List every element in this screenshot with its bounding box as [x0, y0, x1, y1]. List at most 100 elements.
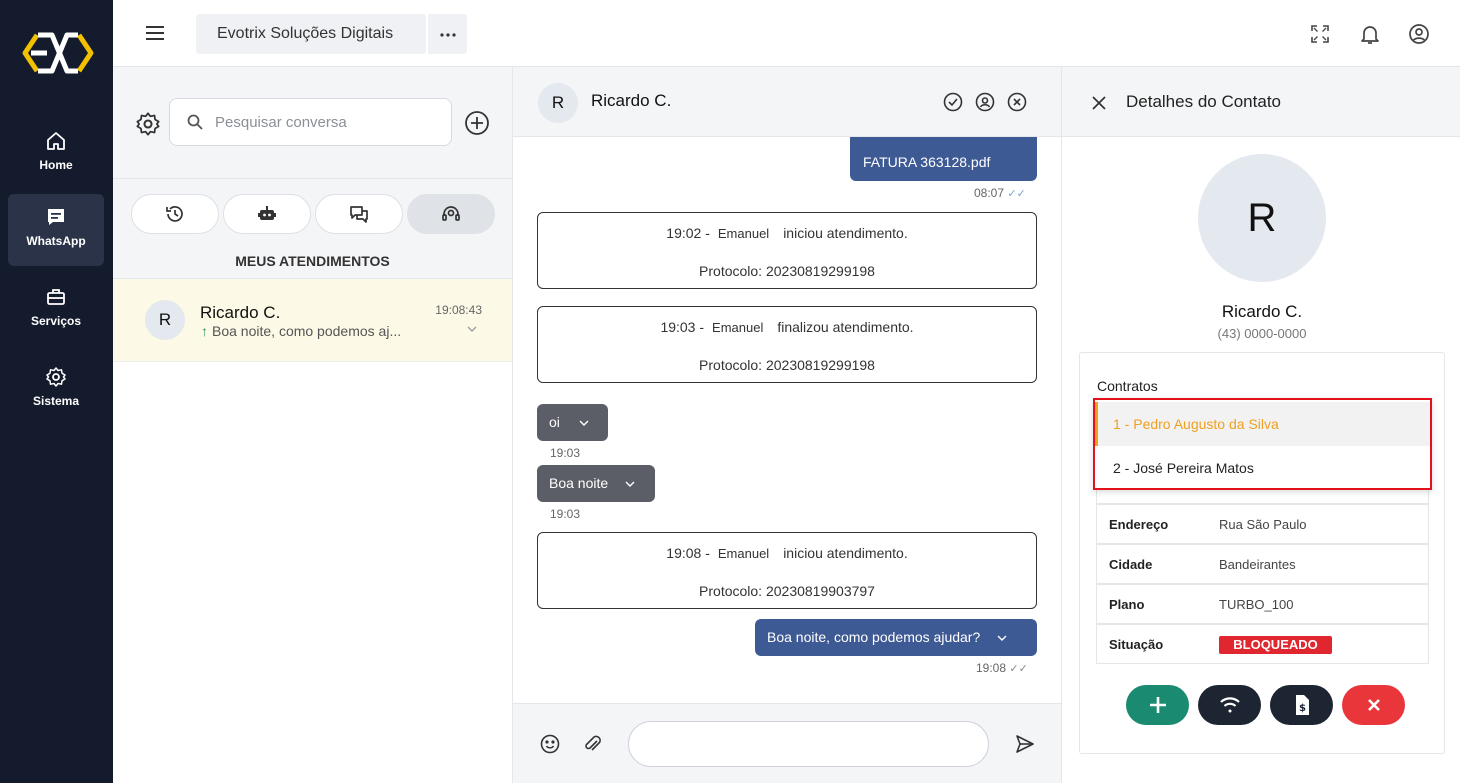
attachment-name: FATURA 363128.pdf — [863, 154, 991, 170]
event-time: 19:03 - — [660, 319, 705, 335]
close-icon — [1342, 693, 1405, 717]
close-icon[interactable] — [1090, 94, 1108, 112]
sidebar-item-sistema[interactable]: Sistema — [8, 354, 104, 426]
search-box — [169, 98, 452, 146]
contract-option[interactable]: 2 - José Pereira Matos — [1095, 446, 1430, 490]
conversation-list-panel: MEUS ATENDIMENTOS R Ricardo C. ↑Boa noit… — [113, 67, 513, 783]
attach-paperclip-icon[interactable] — [581, 733, 603, 755]
chat-bubbles-icon — [316, 203, 402, 225]
message-list: FATURA 363128.pdf 08:07 ✓✓ 19:02 - Emanue… — [513, 137, 1061, 703]
gear-icon — [45, 366, 67, 388]
cancel-action-button[interactable] — [1342, 685, 1405, 725]
event-protocol: Protocolo: 20230819903797 — [699, 583, 875, 599]
event-time: 19:02 - — [666, 225, 710, 241]
sidebar-item-label: WhatsApp — [26, 234, 86, 248]
history-icon — [132, 203, 218, 225]
field-key: Cidade — [1109, 557, 1153, 572]
conversation-list-header — [113, 67, 512, 179]
add-action-button[interactable] — [1126, 685, 1189, 725]
top-bar: Evotrix Soluções Digitais — [113, 0, 1460, 67]
chevron-down-icon[interactable] — [578, 419, 590, 428]
incoming-message[interactable]: oi — [537, 404, 608, 441]
field-value: TURBO_100 — [1219, 597, 1294, 612]
avatar: R — [538, 83, 578, 123]
send-icon[interactable] — [1013, 732, 1037, 756]
contact-avatar: R — [1198, 154, 1326, 282]
chevron-down-icon[interactable] — [624, 480, 636, 489]
message-text: oi — [549, 414, 560, 430]
file-icon — [928, 137, 958, 141]
message-text: Boa noite, como podemos ajudar? — [767, 629, 981, 645]
attachment-message[interactable]: FATURA 363128.pdf — [850, 137, 1037, 181]
avatar: R — [145, 300, 185, 340]
field-value: Bandeirantes — [1219, 557, 1296, 572]
close-circle-icon[interactable] — [1006, 91, 1028, 113]
hamburger-menu-icon[interactable] — [143, 22, 169, 44]
briefcase-icon — [45, 286, 67, 308]
sidebar-item-servicos[interactable]: Serviços — [8, 274, 104, 346]
message-input[interactable] — [628, 721, 989, 767]
chats-filter-button[interactable] — [315, 194, 403, 234]
chevron-down-icon[interactable] — [466, 324, 478, 334]
filter-row: MEUS ATENDIMENTOS — [113, 179, 512, 279]
contact-name: Ricardo C. — [1221, 302, 1303, 321]
contract-option[interactable]: 1 - Pedro Augusto da Silva — [1095, 402, 1430, 446]
field-key: Plano — [1109, 597, 1145, 612]
connection-action-button[interactable] — [1198, 685, 1261, 725]
conversation-preview: ↑ Boa noite, como podemos aj... — [201, 323, 401, 339]
support-filter-button[interactable] — [407, 194, 495, 234]
robot-icon — [224, 203, 310, 225]
plus-icon — [1126, 693, 1189, 717]
invoice-icon: $ — [1270, 693, 1333, 717]
field-key: Situação — [1109, 637, 1164, 652]
details-header: Detalhes do Contato — [1062, 67, 1460, 137]
conversation-time: 19:08:43 — [435, 303, 482, 317]
chevron-down-icon[interactable] — [996, 634, 1008, 643]
settings-gear-icon[interactable] — [135, 111, 161, 137]
company-selector[interactable]: Evotrix Soluções Digitais — [196, 14, 426, 54]
history-filter-button[interactable] — [131, 194, 219, 234]
sidebar-item-label: Sistema — [32, 394, 80, 408]
sidebar-item-whatsapp[interactable]: WhatsApp — [8, 194, 104, 266]
info-row-city: Cidade Bandeirantes — [1096, 544, 1429, 584]
incoming-message[interactable]: Boa noite — [537, 465, 655, 502]
sidebar-item-label: Home — [39, 158, 73, 172]
add-conversation-icon[interactable] — [463, 109, 491, 137]
field-key: Endereço — [1109, 517, 1169, 532]
status-badge: BLOQUEADO — [1219, 636, 1332, 654]
message-composer — [513, 703, 1061, 783]
message-time: 19:03 — [550, 507, 581, 521]
sidebar: Home WhatsApp Serviços Sistema — [0, 0, 113, 783]
time-text: 08:07 — [974, 186, 1005, 200]
info-row-address: Endereço Rua São Paulo — [1096, 504, 1429, 544]
search-input[interactable] — [215, 111, 435, 133]
emoji-icon[interactable] — [539, 733, 561, 755]
fullscreen-icon[interactable] — [1308, 22, 1332, 46]
event-protocol: Protocolo: 20230819299198 — [699, 357, 875, 373]
message-time: 08:07 ✓✓ — [974, 186, 1026, 200]
invoice-action-button[interactable]: $ — [1270, 685, 1333, 725]
system-event: 19:02 - Emanuel iniciou atendimento. Proto… — [537, 212, 1037, 289]
event-time: 19:08 - — [666, 545, 710, 561]
event-protocol: Protocolo: 20230819299198 — [699, 263, 875, 279]
contracts-label: Contratos — [1097, 378, 1158, 394]
bot-filter-button[interactable] — [223, 194, 311, 234]
transfer-user-icon[interactable] — [974, 91, 996, 113]
sent-arrow-icon: ↑ — [201, 323, 208, 339]
event-agent: Emanuel — [712, 320, 764, 335]
company-more-button[interactable] — [426, 14, 467, 54]
system-event: 19:08 - Emanuel iniciou atendimento. Proto… — [537, 532, 1037, 609]
bell-icon[interactable] — [1358, 22, 1382, 46]
check-circle-icon[interactable] — [942, 91, 964, 113]
svg-text:$: $ — [1299, 703, 1306, 714]
event-action: finalizou atendimento. — [777, 319, 914, 335]
time-text: 19:08 — [976, 661, 1007, 675]
evo-logo[interactable] — [19, 29, 97, 77]
headset-icon — [408, 203, 494, 225]
user-account-icon[interactable] — [1407, 22, 1431, 46]
sidebar-item-home[interactable]: Home — [8, 118, 104, 190]
system-event: 19:03 - Emanuel finalizou atendimento. Pro… — [537, 306, 1037, 383]
chat-header: R Ricardo C. — [513, 67, 1061, 137]
outgoing-message[interactable]: Boa noite, como podemos ajudar? — [755, 619, 1037, 656]
conversation-item[interactable]: R Ricardo C. ↑ Boa noite, como podemos aj… — [113, 279, 512, 362]
